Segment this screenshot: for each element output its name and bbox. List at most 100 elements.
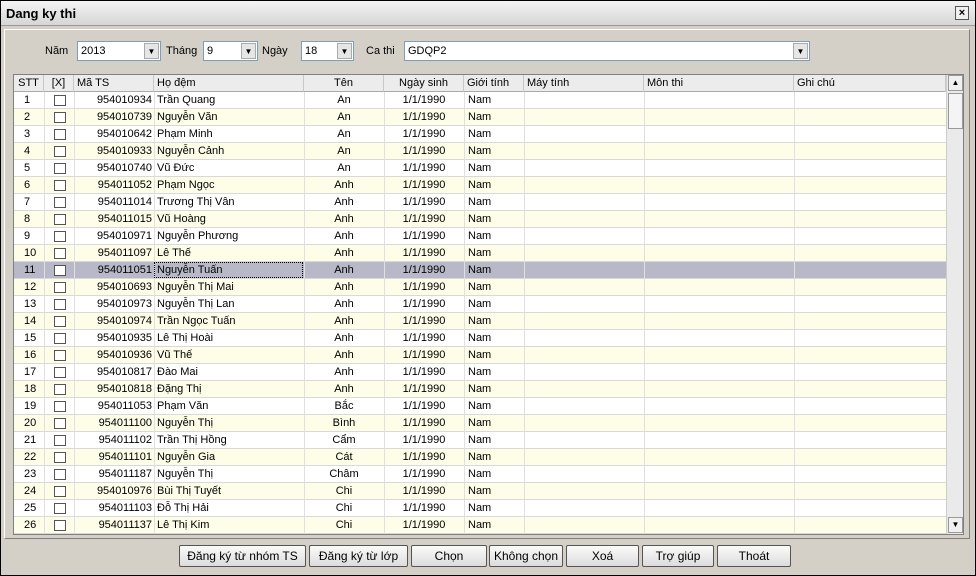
row-checkbox[interactable] — [54, 486, 66, 497]
ma-ts-cell: 954011137 — [98, 519, 152, 531]
row-checkbox[interactable] — [54, 265, 66, 276]
table-row[interactable]: 10 954011097 Lê Thế Anh 1/1/1990 Nam — [14, 245, 946, 262]
chevron-down-icon[interactable]: ▼ — [241, 43, 256, 59]
col-checkbox[interactable]: [X] — [44, 75, 74, 92]
xoa-button[interactable]: Xoá — [566, 545, 639, 567]
table-row[interactable]: 21 954011102 Trần Thị Hồng Cẩm 1/1/1990 Nam — [14, 432, 946, 449]
row-checkbox[interactable] — [54, 231, 66, 242]
table-row[interactable]: 1 954010934 Trần Quang An 1/1/1990 Nam — [14, 92, 946, 109]
table-row[interactable]: 2 954010739 Nguyễn Văn An 1/1/1990 Nam — [14, 109, 946, 126]
nam-select[interactable]: 2013 ▼ — [77, 41, 161, 61]
tro-giup-button[interactable]: Trợ giúp — [642, 545, 714, 567]
table-row[interactable]: 16 954010936 Vũ Thế Anh 1/1/1990 Nam — [14, 347, 946, 364]
row-checkbox[interactable] — [54, 435, 66, 446]
table-row[interactable]: 4 954010933 Nguyễn Cảnh An 1/1/1990 Nam — [14, 143, 946, 160]
table-row[interactable]: 23 954011187 Nguyễn Thị Châm 1/1/1990 Nam — [14, 466, 946, 483]
row-checkbox[interactable] — [54, 469, 66, 480]
table-row[interactable]: 6 954011052 Phạm Ngọc Anh 1/1/1990 Nam — [14, 177, 946, 194]
table-row[interactable]: 15 954010935 Lê Thị Hoài Anh 1/1/1990 Nam — [14, 330, 946, 347]
table-row[interactable]: 25 954011103 Đỗ Thị Hải Chi 1/1/1990 Nam — [14, 500, 946, 517]
column-divider — [794, 109, 795, 126]
table-row[interactable]: 3 954010642 Phạm Minh An 1/1/1990 Nam — [14, 126, 946, 143]
col-ten[interactable]: Tên — [304, 75, 384, 92]
column-divider — [384, 177, 385, 194]
scroll-down-icon[interactable]: ▼ — [948, 517, 963, 533]
scroll-thumb[interactable] — [948, 93, 963, 129]
table-row[interactable]: 8 954011015 Vũ Hoàng Anh 1/1/1990 Nam — [14, 211, 946, 228]
table-row[interactable]: 20 954011100 Nguyễn Thị Bình 1/1/1990 Nam — [14, 415, 946, 432]
chon-button[interactable]: Chọn — [411, 545, 487, 567]
table-row[interactable]: 18 954010818 Đặng Thị Anh 1/1/1990 Nam — [14, 381, 946, 398]
row-checkbox[interactable] — [54, 520, 66, 531]
column-divider — [74, 398, 75, 415]
row-checkbox[interactable] — [54, 129, 66, 140]
col-ho-dem[interactable]: Họ đệm — [154, 75, 304, 92]
table-row[interactable]: 17 954010817 Đào Mai Anh 1/1/1990 Nam — [14, 364, 946, 381]
ten-cell: Anh — [334, 247, 354, 259]
row-checkbox[interactable] — [54, 282, 66, 293]
chevron-down-icon[interactable]: ▼ — [337, 43, 352, 59]
row-checkbox[interactable] — [54, 452, 66, 463]
ngay-select[interactable]: 18 ▼ — [301, 41, 354, 61]
row-checkbox[interactable] — [54, 503, 66, 514]
table-row[interactable]: 7 954011014 Trương Thị Vân Anh 1/1/1990 Nam — [14, 194, 946, 211]
table-row[interactable]: 9 954010971 Nguyễn Phương Anh 1/1/1990 Nam — [14, 228, 946, 245]
column-divider — [44, 92, 45, 109]
col-ma-ts[interactable]: Mã TS — [74, 75, 154, 92]
row-checkbox[interactable] — [54, 316, 66, 327]
table-row[interactable]: 14 954010974 Trần Ngọc Tuấn Anh 1/1/1990 Nam — [14, 313, 946, 330]
row-checkbox[interactable] — [54, 401, 66, 412]
col-ghi-chu[interactable]: Ghi chú — [794, 75, 946, 92]
row-checkbox[interactable] — [54, 299, 66, 310]
column-divider — [44, 296, 45, 313]
row-checkbox[interactable] — [54, 95, 66, 106]
scroll-up-icon[interactable]: ▲ — [948, 75, 963, 91]
khong-chon-button[interactable]: Không chọn — [489, 545, 563, 567]
row-checkbox[interactable] — [54, 163, 66, 174]
column-divider — [794, 194, 795, 211]
row-checkbox[interactable] — [54, 367, 66, 378]
dang-ky-tu-nhom-ts-button[interactable]: Đăng ký từ nhóm TS — [179, 545, 306, 567]
column-divider — [154, 143, 155, 160]
thang-select[interactable]: 9 ▼ — [203, 41, 258, 61]
ca-thi-select[interactable]: GDQP2 ▼ — [404, 41, 810, 61]
table-row[interactable]: 11 954011051 Nguyễn Tuấn Anh 1/1/1990 Nam — [14, 262, 946, 279]
thoat-button[interactable]: Thoát — [717, 545, 791, 567]
column-divider — [44, 245, 45, 262]
chevron-down-icon[interactable]: ▼ — [793, 43, 808, 59]
row-checkbox[interactable] — [54, 214, 66, 225]
col-may-tinh[interactable]: Máy tính — [524, 75, 644, 92]
table-row[interactable]: 5 954010740 Vũ Đức An 1/1/1990 Nam — [14, 160, 946, 177]
column-divider — [644, 109, 645, 126]
row-checkbox[interactable] — [54, 384, 66, 395]
table-row[interactable]: 26 954011137 Lê Thị Kim Chi 1/1/1990 Nam — [14, 517, 946, 534]
column-divider — [644, 381, 645, 398]
column-divider — [644, 126, 645, 143]
close-icon[interactable]: × — [955, 6, 969, 20]
col-gioi-tinh[interactable]: Giới tính — [464, 75, 524, 92]
vertical-scrollbar[interactable]: ▲ ▼ — [946, 75, 963, 534]
chevron-down-icon[interactable]: ▼ — [144, 43, 159, 59]
table-row[interactable]: 13 954010973 Nguyễn Thị Lan Anh 1/1/1990 Nam — [14, 296, 946, 313]
row-checkbox[interactable] — [54, 112, 66, 123]
column-divider — [464, 143, 465, 160]
row-checkbox[interactable] — [54, 197, 66, 208]
col-ngay-sinh[interactable]: Ngày sinh — [384, 75, 464, 92]
stt-cell: 18 — [24, 383, 37, 395]
dang-ky-tu-lop-button[interactable]: Đăng ký từ lớp — [309, 545, 408, 567]
col-stt[interactable]: STT — [14, 75, 44, 92]
ngay-value: 18 — [305, 45, 318, 57]
table-row[interactable]: 24 954010976 Bùi Thị Tuyết Chi 1/1/1990 Nam — [14, 483, 946, 500]
table-row[interactable]: 19 954011053 Phạm Văn Bắc 1/1/1990 Nam — [14, 398, 946, 415]
table-row[interactable]: 12 954010693 Nguyễn Thị Mai Anh 1/1/1990 Nam — [14, 279, 946, 296]
row-checkbox[interactable] — [54, 418, 66, 429]
row-checkbox[interactable] — [54, 350, 66, 361]
table-row[interactable]: 22 954011101 Nguyễn Gia Cát 1/1/1990 Nam — [14, 449, 946, 466]
col-mon-thi[interactable]: Môn thi — [644, 75, 794, 92]
row-checkbox[interactable] — [54, 248, 66, 259]
row-checkbox[interactable] — [54, 146, 66, 157]
row-checkbox[interactable] — [54, 180, 66, 191]
gioi-tinh-cell: Nam — [468, 298, 492, 310]
column-divider — [644, 245, 645, 262]
row-checkbox[interactable] — [54, 333, 66, 344]
